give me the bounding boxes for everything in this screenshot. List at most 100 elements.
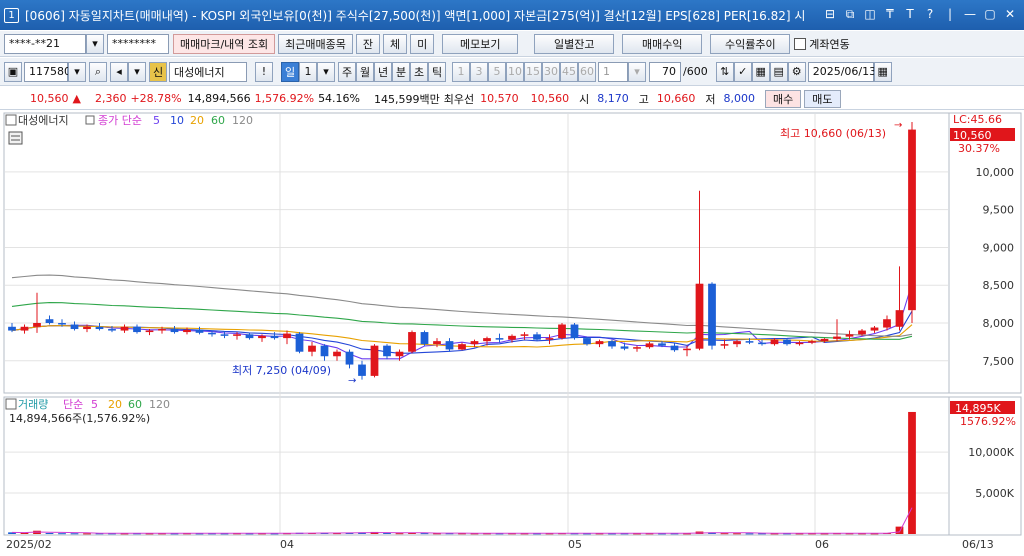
period-minute-button[interactable]: 분 — [392, 61, 410, 82]
min-1-button[interactable]: 1 — [452, 61, 470, 82]
recent-trades-button[interactable]: 최근매매종목 — [278, 33, 353, 54]
min-45-button[interactable]: 45 — [560, 61, 578, 82]
profit-trend-button[interactable]: 수익률추이 — [710, 33, 791, 54]
minute-input[interactable]: 1 — [598, 61, 628, 82]
balance-button[interactable]: 잔 — [355, 33, 381, 54]
min-3-button[interactable]: 3 — [470, 61, 488, 82]
candle-body — [620, 346, 629, 349]
candle-body — [558, 324, 566, 339]
candle-body — [495, 338, 504, 340]
executed-button[interactable]: 체 — [383, 33, 408, 54]
buy-button[interactable]: 매수 — [765, 89, 802, 108]
password-input[interactable]: ******** — [107, 33, 169, 54]
candle-body — [458, 344, 466, 350]
candle-body — [908, 129, 916, 311]
minute-dropdown-button[interactable]: ▾ — [628, 61, 646, 82]
volume-bar — [45, 533, 54, 535]
candle-body — [570, 324, 579, 339]
volume-bar — [395, 533, 404, 535]
period-week-button[interactable]: 주 — [338, 61, 356, 82]
candle-body — [245, 334, 254, 339]
change-rate: +28.78% — [130, 92, 182, 105]
account-input[interactable]: ****-**21 — [4, 33, 86, 54]
min-5-button[interactable]: 5 — [488, 61, 506, 82]
account-toolbar: ****-**21 ▾ ******** 매매마크/내역 조회 최근매매종목 잔… — [0, 31, 1024, 57]
close-icon[interactable]: ✕ — [1002, 6, 1018, 22]
volume-bar — [745, 533, 754, 535]
period-second-button[interactable]: 초 — [410, 61, 428, 82]
daily-balance-button[interactable]: 일별잔고 — [534, 33, 615, 54]
alert-button[interactable]: ! — [255, 61, 273, 82]
window-number[interactable]: 1 — [4, 7, 19, 23]
grid-icon[interactable]: ▦ — [751, 61, 770, 82]
save-icon[interactable]: ▤ — [769, 61, 788, 82]
candle-body — [345, 351, 354, 365]
candle-body — [658, 343, 666, 346]
window-controls: ⊟ ⧉ ◫ ₸ T ? | — ▢ ✕ — [822, 6, 1018, 22]
volume-ratio: 1,576.92% — [254, 92, 315, 105]
volume-panel-collapse-icon[interactable] — [5, 398, 17, 410]
speaker-icon[interactable]: ◂ — [110, 61, 128, 82]
account-dropdown-button[interactable]: ▾ — [86, 33, 104, 54]
candle-body — [833, 336, 841, 339]
period-day-button[interactable]: 일 — [281, 61, 299, 82]
draw-tool-icon[interactable]: ✓ — [733, 61, 752, 82]
price-tick-label: 8,000 — [983, 317, 1015, 330]
period-tick-button[interactable]: 틱 — [428, 61, 446, 82]
memo-button[interactable]: 메모보기 — [442, 33, 519, 54]
date-input[interactable]: 2025/06/13 — [807, 61, 876, 82]
help-icon[interactable]: ? — [922, 6, 938, 22]
candle-body — [633, 347, 641, 349]
period-dropdown-button[interactable]: ▾ — [317, 61, 335, 82]
chart-area[interactable]: → → 대성에너지 종가 단순 5 10 20 60 120 LC:45.66 1… — [0, 111, 1024, 553]
trade-mark-query-button[interactable]: 매매마크/내역 조회 — [173, 33, 276, 54]
candle-body — [720, 344, 729, 346]
min-30-button[interactable]: 30 — [542, 61, 560, 82]
code-input[interactable]: 117580 — [24, 61, 71, 82]
period-number[interactable]: 1 — [299, 61, 317, 82]
ma-20-label: 20 — [190, 114, 204, 127]
tile-icon[interactable]: ⧉ — [842, 6, 858, 22]
unexecuted-button[interactable]: 미 — [410, 33, 435, 54]
min-15-button[interactable]: 15 — [524, 61, 542, 82]
count-input[interactable]: 70 — [649, 61, 681, 82]
pin-icon[interactable]: ₸ — [882, 6, 898, 22]
font-icon[interactable]: T — [902, 6, 918, 22]
panel-collapse-icon[interactable] — [5, 114, 17, 126]
price-panel — [3, 112, 950, 394]
minimize-icon[interactable]: — — [962, 6, 978, 22]
period-month-button[interactable]: 월 — [356, 61, 374, 82]
candle-body — [8, 326, 16, 331]
candle-body — [770, 339, 779, 345]
price-tick-label: 7,500 — [983, 355, 1015, 368]
layout-icon[interactable]: ⊟ — [822, 6, 838, 22]
search-icon[interactable]: ⌕ — [89, 61, 107, 82]
candle-body — [683, 348, 691, 351]
account-link-checkbox[interactable] — [794, 37, 807, 50]
stock-name-field[interactable]: 대성에너지 — [169, 61, 247, 82]
min-60-button[interactable]: 60 — [578, 61, 596, 82]
ma-toggle-icon[interactable] — [85, 115, 95, 125]
candle-body — [445, 341, 454, 350]
gear-icon[interactable]: ⚙ — [787, 61, 806, 82]
sell-button[interactable]: 매도 — [804, 89, 841, 108]
prev-dropdown-button[interactable]: ▾ — [128, 61, 146, 82]
trade-profit-button[interactable]: 매매수익 — [622, 33, 703, 54]
separator: | — [947, 7, 953, 21]
chart-svg[interactable]: → → 대성에너지 종가 단순 5 10 20 60 120 LC:45.66 1… — [0, 111, 1024, 553]
maximize-icon[interactable]: ▢ — [982, 6, 998, 22]
table-toggle-icon[interactable] — [8, 131, 23, 145]
code-dropdown-button[interactable]: ▾ — [68, 61, 86, 82]
candle-body — [695, 283, 704, 349]
period-year-button[interactable]: 년 — [374, 61, 392, 82]
symbol-toolbar: ▣ 117580 ▾ ⌕ ◂ ▾ 신 대성에너지 ! 일 1 ▾ 주 월 년 분… — [0, 58, 1024, 86]
ma-120-label: 120 — [232, 114, 253, 127]
settings-icon[interactable]: ▣ — [4, 61, 22, 82]
indicator-icon[interactable]: ⇅ — [715, 61, 734, 82]
axis-current-pct: 30.37% — [958, 142, 1000, 155]
calendar-icon[interactable]: ▦ — [873, 61, 892, 82]
min-10-button[interactable]: 10 — [506, 61, 524, 82]
volume-bar — [733, 533, 741, 535]
split-icon[interactable]: ◫ — [862, 6, 878, 22]
candle-body — [608, 341, 616, 347]
